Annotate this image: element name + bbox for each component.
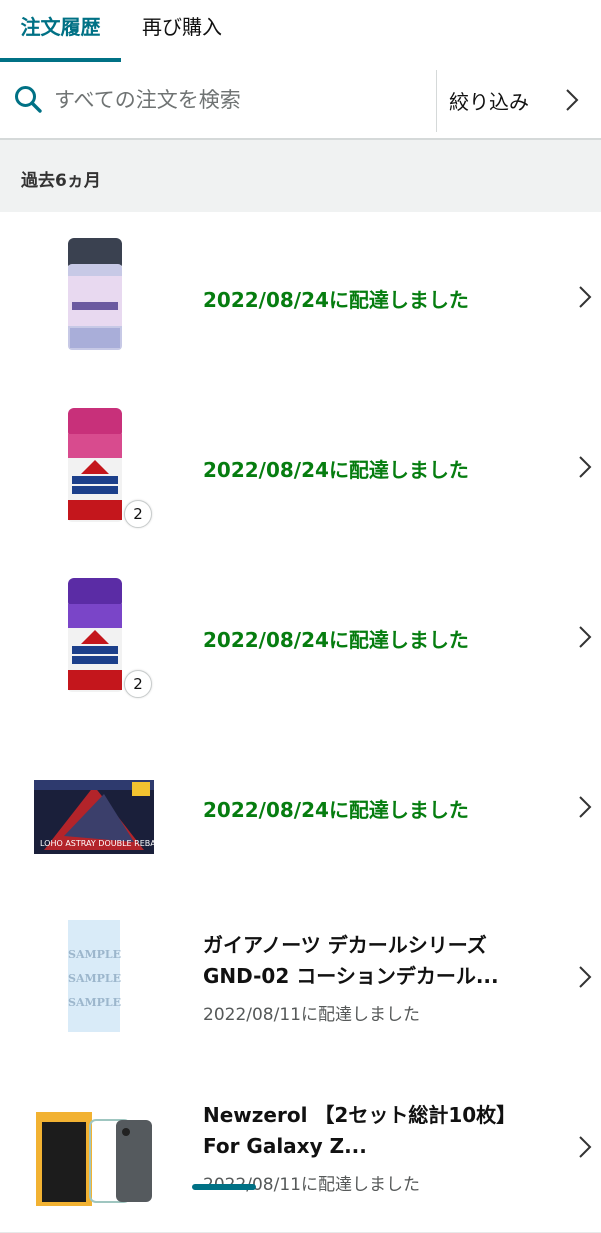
quantity-badge: 2 bbox=[124, 670, 152, 698]
order-row[interactable]: 2 2022/08/24に配達しました bbox=[0, 552, 601, 723]
search-bar: 絞り込み bbox=[0, 62, 601, 140]
search-icon[interactable] bbox=[13, 84, 43, 114]
quantity-badge: 2 bbox=[124, 500, 152, 528]
order-row[interactable]: LOHO ASTRAY DOUBLE REBAKE 2022/08/24に配達し… bbox=[0, 722, 601, 893]
chevron-right-icon bbox=[579, 286, 592, 308]
delivery-status: 2022/08/24に配達しました bbox=[203, 798, 469, 822]
filter-button[interactable]: 絞り込み bbox=[437, 62, 601, 138]
period-label: 過去6ヵ月 bbox=[21, 171, 101, 191]
sample-text: SAMPLE bbox=[68, 972, 121, 985]
order-row[interactable]: SAMPLE SAMPLE SAMPLE ガイアノーツ デカールシリーズ GND… bbox=[0, 892, 601, 1063]
tab-order-history[interactable]: 注文履歴 bbox=[0, 0, 121, 62]
chevron-right-icon bbox=[579, 456, 592, 478]
order-item-title: ガイアノーツ デカールシリーズ GND-02 コーションデカール... bbox=[203, 933, 499, 988]
tab-buy-again[interactable]: 再び購入 bbox=[142, 0, 222, 62]
delivery-status: 2022/08/24に配達しました bbox=[203, 288, 469, 312]
chevron-right-icon bbox=[579, 626, 592, 648]
sample-text: SAMPLE bbox=[68, 948, 121, 961]
delivery-status: 2022/08/24に配達しました bbox=[203, 628, 469, 652]
filter-label: 絞り込み bbox=[449, 90, 529, 114]
period-header: 過去6ヵ月 bbox=[0, 140, 601, 212]
scroll-indicator bbox=[192, 1184, 256, 1190]
chevron-right-icon bbox=[579, 966, 592, 988]
chevron-right-icon bbox=[579, 796, 592, 818]
order-tabs: 注文履歴 再び購入 bbox=[0, 0, 601, 63]
spray-can-thumbnail bbox=[68, 238, 122, 350]
delivery-date: 2022/08/11に配達しました bbox=[203, 1175, 420, 1195]
delivery-date: 2022/08/11に配達しました bbox=[203, 1005, 420, 1025]
order-row[interactable]: 2022/08/24に配達しました bbox=[0, 212, 601, 383]
model-kit-box-thumbnail: LOHO ASTRAY DOUBLE REBAKE bbox=[34, 780, 154, 854]
screen-protector-thumbnail bbox=[36, 1112, 152, 1206]
order-item-title: Newzerol 【2セット総計10枚】For Galaxy Z... bbox=[203, 1103, 517, 1158]
sample-text: SAMPLE bbox=[68, 996, 121, 1009]
order-row[interactable]: Newzerol 【2セット総計10枚】For Galaxy Z... 2022… bbox=[0, 1062, 601, 1233]
box-text: LOHO ASTRAY DOUBLE REBAKE bbox=[40, 839, 154, 848]
chevron-right-icon bbox=[579, 1136, 592, 1158]
order-row[interactable]: 2 2022/08/24に配達しました bbox=[0, 382, 601, 553]
delivery-status: 2022/08/24に配達しました bbox=[203, 458, 469, 482]
decal-sheet-thumbnail: SAMPLE SAMPLE SAMPLE bbox=[68, 920, 121, 1032]
search-input[interactable] bbox=[54, 80, 424, 120]
chevron-right-icon bbox=[566, 89, 579, 111]
